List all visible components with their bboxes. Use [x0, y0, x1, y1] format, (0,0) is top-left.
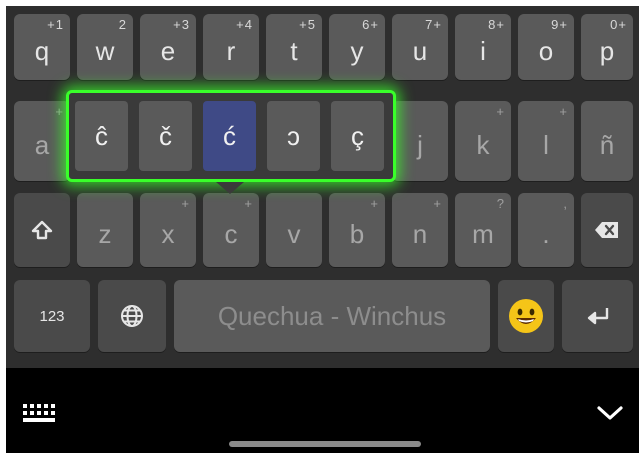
key-t[interactable]: +5 t [266, 14, 322, 80]
key-label: e [160, 35, 176, 66]
key-i[interactable]: 8+ i [455, 14, 511, 80]
key-y[interactable]: 6+ y [329, 14, 385, 80]
key-label: ñ [599, 129, 615, 160]
key-hint: + [559, 104, 568, 119]
key-label: r [226, 35, 236, 66]
key-label: x [161, 218, 175, 249]
key-label: v [287, 218, 301, 249]
key-period[interactable]: ,. [518, 193, 574, 267]
key-label: k [476, 129, 490, 160]
backspace-key[interactable] [581, 193, 633, 267]
key-hint: + [181, 196, 190, 211]
key-hint: +3 [173, 17, 190, 32]
globe-icon [120, 304, 144, 328]
accent-c-cedilla[interactable]: ç [331, 101, 384, 171]
key-q[interactable]: +1 q [14, 14, 70, 80]
key-label: w [95, 35, 115, 66]
key-hint: + [244, 196, 253, 211]
numbers-key[interactable]: 123 [14, 280, 90, 352]
key-hint: , [563, 196, 568, 211]
space-label: Quechua - Winchus [217, 300, 447, 331]
key-label: p [599, 35, 615, 66]
numbers-label: 123 [39, 307, 65, 325]
key-b[interactable]: + b [329, 193, 385, 267]
key-hint: 6+ [362, 17, 379, 32]
popup-pointer [216, 182, 244, 194]
key-hint: + [370, 196, 379, 211]
key-label: t [290, 35, 298, 66]
key-hint: ? [496, 196, 505, 211]
key-label: a [34, 129, 50, 160]
key-u[interactable]: 7+ u [392, 14, 448, 80]
shift-icon [31, 219, 53, 241]
emoji-icon [508, 298, 544, 334]
accent-c-acute-selected[interactable]: ć [203, 101, 256, 171]
key-label: . [542, 218, 550, 249]
shift-key[interactable] [14, 193, 70, 267]
key-hint: +1 [47, 17, 64, 32]
chevron-down-icon[interactable] [596, 404, 624, 427]
keyboard-icon[interactable] [22, 403, 58, 428]
key-hint: + [433, 196, 442, 211]
key-label: l [543, 129, 549, 160]
key-n-tilde[interactable]: ñ [581, 101, 633, 181]
accent-open-o[interactable]: ɔ [267, 101, 320, 171]
key-hint: + [55, 104, 64, 119]
emoji-key[interactable] [498, 280, 554, 352]
language-key[interactable] [98, 280, 166, 352]
key-hint: +4 [236, 17, 253, 32]
key-label: y [350, 35, 364, 66]
key-hint: + [496, 104, 505, 119]
key-z[interactable]: z [77, 193, 133, 267]
key-v[interactable]: v [266, 193, 322, 267]
key-n[interactable]: + n [392, 193, 448, 267]
accent-c-caron[interactable]: č [139, 101, 192, 171]
key-c[interactable]: + c [203, 193, 259, 267]
key-hint: +5 [299, 17, 316, 32]
backspace-icon [594, 221, 620, 239]
key-label: i [480, 35, 486, 66]
key-l[interactable]: + l [518, 101, 574, 181]
key-label: n [412, 218, 428, 249]
accent-c-circumflex[interactable]: ĉ [75, 101, 128, 171]
key-m[interactable]: ? m [455, 193, 511, 267]
key-j[interactable]: j [392, 101, 448, 181]
key-label: o [538, 35, 554, 66]
key-hint: 8+ [488, 17, 505, 32]
key-w[interactable]: 2w [77, 14, 133, 80]
key-p[interactable]: 0+ p [581, 14, 633, 80]
key-hint: 2 [118, 17, 127, 32]
key-k[interactable]: + k [455, 101, 511, 181]
enter-key[interactable] [562, 280, 633, 352]
enter-icon [585, 306, 611, 326]
key-label: j [417, 129, 423, 160]
key-hint: 0+ [610, 17, 627, 32]
accent-popup: ĉ č ć ɔ ç [66, 90, 396, 182]
key-hint: 7+ [425, 17, 442, 32]
home-indicator[interactable] [229, 441, 421, 447]
key-label: m [472, 218, 494, 249]
key-label: u [412, 35, 428, 66]
key-hint: 9+ [551, 17, 568, 32]
space-bar[interactable]: Quechua - Winchus [174, 280, 490, 352]
key-label: q [34, 35, 50, 66]
key-label: z [98, 218, 112, 249]
key-a[interactable]: + a [14, 101, 70, 181]
key-label: b [349, 218, 365, 249]
key-x[interactable]: + x [140, 193, 196, 267]
key-e[interactable]: +3 e [140, 14, 196, 80]
key-label: c [224, 218, 238, 249]
key-r[interactable]: +4 r [203, 14, 259, 80]
key-o[interactable]: 9+ o [518, 14, 574, 80]
